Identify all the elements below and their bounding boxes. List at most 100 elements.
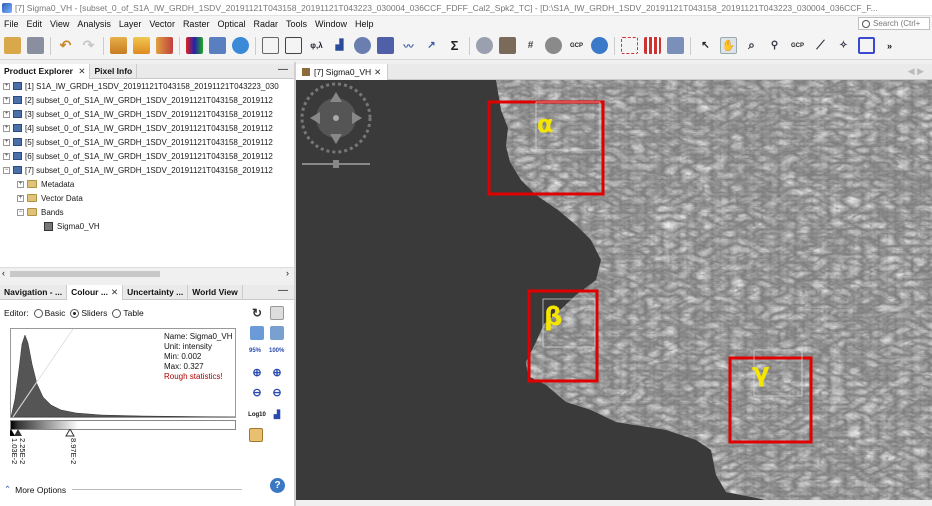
percent-100-button[interactable]: 100% [269, 344, 284, 358]
undo-icon[interactable]: ↶ [57, 37, 74, 54]
more-icon[interactable] [249, 428, 263, 442]
radio-sliders[interactable] [70, 308, 80, 318]
tab-colour-manipulation[interactable]: Colour ... ✕ [67, 284, 124, 300]
more-icon[interactable]: » [881, 37, 898, 54]
pixel-info-icon[interactable] [644, 37, 661, 54]
zoom-tool-icon[interactable]: ⌕ [743, 37, 760, 54]
minimize-icon[interactable]: — [278, 285, 288, 296]
menu-vector[interactable]: Vector [145, 19, 179, 29]
close-icon[interactable]: ✕ [111, 287, 118, 297]
menu-optical[interactable]: Optical [213, 19, 249, 29]
phi-lambda-icon[interactable]: φ,λ [308, 37, 325, 54]
sar-image[interactable] [296, 80, 932, 500]
magic-wand-icon[interactable]: ✧ [835, 37, 852, 54]
slider-marker[interactable] [65, 429, 75, 437]
tree-product-6[interactable]: + [6] subset_0_of_S1A_IW_GRDH_1SDV_201911… [0, 149, 294, 163]
grid-icon[interactable]: # [522, 37, 539, 54]
layer-icon[interactable] [499, 37, 516, 54]
eye-icon[interactable] [591, 37, 608, 54]
menu-view[interactable]: View [46, 19, 73, 29]
tree-vector-data[interactable]: + Vector Data [0, 191, 294, 205]
expand-icon[interactable]: + [17, 180, 24, 188]
menu-help[interactable]: Help [351, 19, 378, 29]
tree-product-1[interactable]: + [1] S1A_IW_GRDH_1SDV_20191121T043158_20… [0, 79, 294, 93]
gcp-manager-icon[interactable] [545, 37, 562, 54]
band-maths-icon[interactable] [110, 37, 127, 54]
collapse-icon[interactable]: − [3, 166, 10, 174]
tab-nav-arrows[interactable]: ◀ ▶ [908, 66, 924, 77]
tree-product-4[interactable]: + [4] subset_0_of_S1A_IW_GRDH_1SDV_201911… [0, 121, 294, 135]
expand-icon[interactable]: + [3, 82, 10, 90]
radio-table[interactable] [112, 308, 122, 318]
polyline-icon[interactable] [262, 37, 279, 54]
mask-manager-icon[interactable] [476, 37, 493, 54]
export-icon[interactable] [270, 326, 284, 340]
slider-marker[interactable] [10, 429, 15, 436]
tab-image-view[interactable]: [7] Sigma0_VH ✕ [296, 64, 389, 80]
minimize-icon[interactable]: — [278, 64, 288, 75]
tab-navigation[interactable]: Navigation - ... [0, 284, 68, 300]
histogram-toggle-icon[interactable]: ▟ [270, 408, 284, 422]
3d-window-icon[interactable] [209, 37, 226, 54]
tree-product-5[interactable]: + [5] subset_0_of_S1A_IW_GRDH_1SDV_201911… [0, 135, 294, 149]
spectrum-icon[interactable]: 〰 [400, 37, 417, 54]
pin-placing-icon[interactable]: ⚲ [766, 37, 783, 54]
menu-analysis[interactable]: Analysis [73, 19, 115, 29]
zoom-fit-icon[interactable]: ⊖ [270, 386, 284, 400]
tree-hscrollbar[interactable]: ‹ › [0, 267, 294, 279]
profile-plot-icon[interactable] [377, 37, 394, 54]
menu-window[interactable]: Window [311, 19, 351, 29]
reset-icon[interactable]: ↻ [250, 306, 264, 320]
expand-icon[interactable]: + [3, 124, 10, 132]
tab-pixel-info[interactable]: Pixel Info [90, 63, 138, 79]
expand-icon[interactable]: + [3, 152, 10, 160]
zoom-vertical-icon[interactable]: ⊕ [270, 366, 284, 380]
draw-rectangle-icon[interactable] [285, 37, 302, 54]
slider-marker[interactable] [14, 429, 22, 436]
tab-product-explorer[interactable]: Product Explorer ✕ [0, 63, 91, 79]
expand-icon[interactable]: + [3, 110, 10, 118]
menu-raster[interactable]: Raster [179, 19, 214, 29]
scroll-left-icon[interactable]: ‹ [2, 268, 5, 278]
menu-layer[interactable]: Layer [115, 19, 146, 29]
world-wind-icon[interactable] [232, 37, 249, 54]
save-icon[interactable] [27, 37, 44, 54]
scroll-right-icon[interactable]: › [286, 268, 289, 278]
pin-icon[interactable] [133, 37, 150, 54]
histogram-icon[interactable]: ▟ [331, 37, 348, 54]
sum-icon[interactable]: Σ [446, 37, 463, 54]
gcp-placing-icon[interactable]: GCP [789, 37, 806, 54]
log-scale-button[interactable]: Log10 [247, 408, 267, 422]
tree-metadata[interactable]: + Metadata [0, 177, 294, 191]
more-options[interactable]: ⌃ More Options [4, 484, 243, 495]
search-input[interactable]: Search (Ctrl+ [858, 17, 930, 30]
select-tool-icon[interactable]: ↖ [697, 37, 714, 54]
redo-icon[interactable]: ↷ [80, 37, 97, 54]
radio-basic[interactable] [33, 308, 43, 318]
tree-product-7[interactable]: − [7] subset_0_of_S1A_IW_GRDH_1SDV_201911… [0, 163, 294, 177]
zoom-in-icon[interactable]: ⊕ [250, 366, 264, 380]
help-button[interactable]: ? [270, 478, 285, 493]
zoom-out-icon[interactable]: ⊖ [250, 386, 264, 400]
statistics-icon[interactable]: ↗ [423, 37, 440, 54]
expand-icon[interactable]: + [3, 96, 10, 104]
graph-builder-icon[interactable] [156, 37, 173, 54]
tree-band-sigma0-vh[interactable]: Sigma0_VH [0, 219, 294, 233]
percent-95-button[interactable]: 95% [248, 344, 262, 358]
expand-icon[interactable]: + [17, 194, 24, 202]
tab-uncertainty[interactable]: Uncertainty ... [123, 284, 189, 300]
properties-icon[interactable] [270, 306, 284, 320]
scroll-thumb[interactable] [10, 271, 160, 277]
gcp-icon[interactable]: GCP [568, 37, 585, 54]
image-viewport[interactable]: α β γ [296, 80, 932, 500]
tree-bands[interactable]: − Bands [0, 205, 294, 219]
tree-product-3[interactable]: + [3] subset_0_of_S1A_IW_GRDH_1SDV_201911… [0, 107, 294, 121]
tab-world-view[interactable]: World View [188, 284, 243, 300]
tie-point-icon[interactable] [621, 37, 638, 54]
range-finder-icon[interactable]: ⟋ [812, 37, 829, 54]
close-icon[interactable]: ✕ [374, 64, 381, 80]
menu-edit[interactable]: Edit [23, 19, 47, 29]
rgb-window-icon[interactable] [186, 37, 203, 54]
tree-product-2[interactable]: + [2] subset_0_of_S1A_IW_GRDH_1SDV_201911… [0, 93, 294, 107]
collapse-icon[interactable]: − [17, 208, 24, 216]
